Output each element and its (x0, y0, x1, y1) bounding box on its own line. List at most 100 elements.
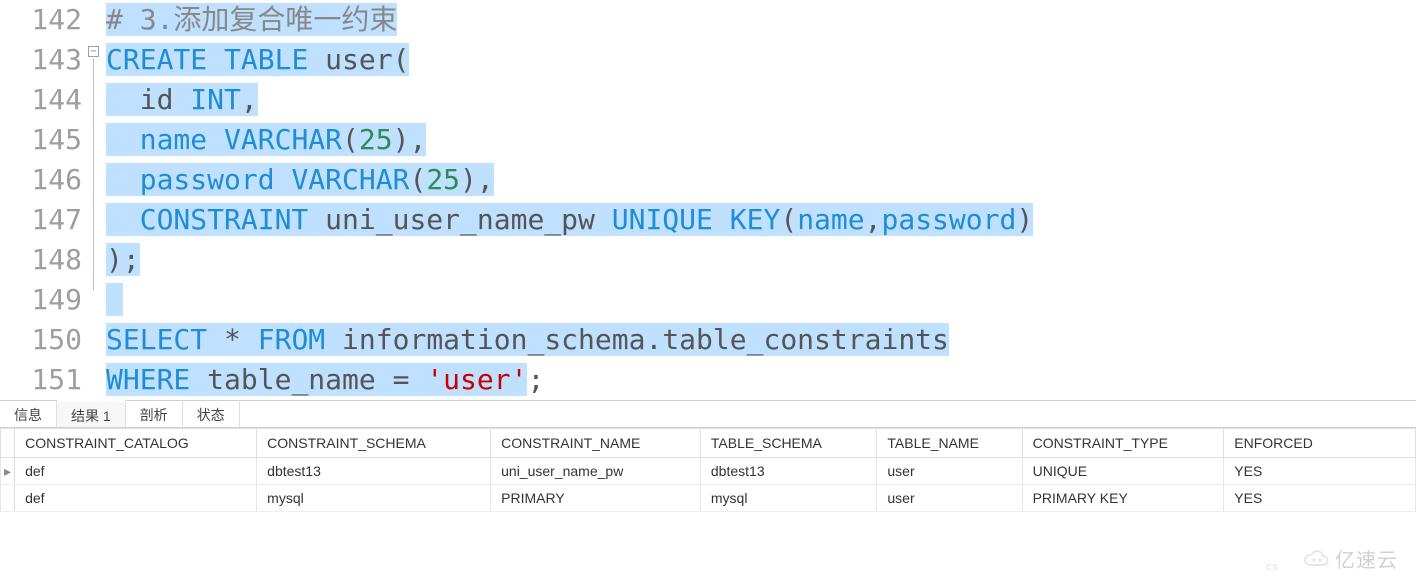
code-token: TABLE (224, 43, 308, 76)
code-token: SELECT (106, 323, 207, 356)
result-tabs: 信息结果 1剖析状态 (0, 400, 1416, 428)
cloud-icon (1303, 548, 1331, 570)
code-line[interactable]: id INT, (106, 80, 1033, 120)
table-cell[interactable]: PRIMARY KEY (1022, 485, 1224, 512)
code-token: INT (190, 83, 241, 116)
fold-column: − (92, 0, 106, 400)
column-header[interactable]: CONSTRAINT_NAME (491, 429, 701, 458)
code-token (713, 203, 730, 236)
row-handle[interactable] (1, 485, 15, 512)
code-token: FROM (258, 323, 325, 356)
code-token: information_schema.table_constraints (325, 323, 949, 356)
code-token: 25 (359, 123, 393, 156)
code-token: uni_user_name_pw (308, 203, 611, 236)
sql-editor[interactable]: 142143144145146147148149150151 − # 3.添加复… (0, 0, 1416, 400)
column-header[interactable]: CONSTRAINT_SCHEMA (257, 429, 491, 458)
code-line[interactable] (106, 280, 1033, 320)
line-number: 144 (0, 80, 82, 120)
code-token: CREATE (106, 43, 207, 76)
line-number: 148 (0, 240, 82, 280)
code-token (275, 163, 292, 196)
table-cell[interactable]: uni_user_name_pw (491, 458, 701, 485)
code-token: VARCHAR (291, 163, 409, 196)
watermark-prefix: cs (1266, 561, 1279, 573)
table-row[interactable]: defmysqlPRIMARYmysqluserPRIMARY KEYYES (1, 485, 1416, 512)
tab-0[interactable]: 信息 (0, 401, 57, 427)
code-token: table_name = (190, 363, 426, 396)
code-token: ( (342, 123, 359, 156)
table-row[interactable]: ▸defdbtest13uni_user_name_pwdbtest13user… (1, 458, 1416, 485)
code-token (106, 163, 140, 196)
column-header[interactable]: TABLE_SCHEMA (700, 429, 876, 458)
code-token: password (881, 203, 1016, 236)
code-token: # 3.添加复合唯一约束 (106, 3, 397, 36)
code-line[interactable]: WHERE table_name = 'user'; (106, 360, 1033, 400)
code-line[interactable]: password VARCHAR(25), (106, 160, 1033, 200)
code-token: name (140, 123, 207, 156)
code-line[interactable]: name VARCHAR(25), (106, 120, 1033, 160)
table-cell[interactable]: def (15, 458, 257, 485)
code-token: UNIQUE (612, 203, 713, 236)
code-token: 25 (426, 163, 460, 196)
table-cell[interactable]: dbtest13 (257, 458, 491, 485)
code-token: , (241, 83, 258, 116)
code-token: id (106, 83, 190, 116)
line-number: 145 (0, 120, 82, 160)
code-token: user( (308, 43, 409, 76)
results-grid[interactable]: CONSTRAINT_CATALOGCONSTRAINT_SCHEMACONST… (0, 428, 1416, 512)
code-token: VARCHAR (224, 123, 342, 156)
column-header[interactable]: ENFORCED (1224, 429, 1416, 458)
table-cell[interactable]: UNIQUE (1022, 458, 1224, 485)
code-token: KEY (730, 203, 781, 236)
line-number: 146 (0, 160, 82, 200)
watermark: cs 亿速云 (1266, 544, 1398, 573)
row-handle-header (1, 429, 15, 458)
code-token (207, 123, 224, 156)
code-line[interactable]: # 3.添加复合唯一约束 (106, 0, 1033, 40)
code-token: ( (780, 203, 797, 236)
fold-guide-line (93, 58, 94, 290)
code-token: name (797, 203, 864, 236)
code-line[interactable]: CREATE TABLE user( (106, 40, 1033, 80)
code-token: password (140, 163, 275, 196)
code-token: ( (409, 163, 426, 196)
line-number: 142 (0, 0, 82, 40)
column-header[interactable]: CONSTRAINT_TYPE (1022, 429, 1224, 458)
code-token: * (207, 323, 258, 356)
column-header[interactable]: TABLE_NAME (877, 429, 1022, 458)
code-token: ); (106, 243, 140, 276)
table-cell[interactable]: YES (1224, 485, 1416, 512)
row-handle[interactable]: ▸ (1, 458, 15, 485)
code-token: ; (527, 363, 544, 396)
table-cell[interactable]: user (877, 485, 1022, 512)
table-cell[interactable]: def (15, 485, 257, 512)
table-cell[interactable]: mysql (700, 485, 876, 512)
table-cell[interactable]: mysql (257, 485, 491, 512)
code-line[interactable]: CONSTRAINT uni_user_name_pw UNIQUE KEY(n… (106, 200, 1033, 240)
fold-marker-icon[interactable]: − (88, 46, 99, 57)
column-header[interactable]: CONSTRAINT_CATALOG (15, 429, 257, 458)
line-number: 151 (0, 360, 82, 400)
tab-2[interactable]: 剖析 (126, 401, 183, 427)
code-line[interactable]: SELECT * FROM information_schema.table_c… (106, 320, 1033, 360)
code-area[interactable]: # 3.添加复合唯一约束 CREATE TABLE user( id INT, n… (106, 0, 1033, 400)
table-cell[interactable]: dbtest13 (700, 458, 876, 485)
line-number: 147 (0, 200, 82, 240)
code-token (106, 123, 140, 156)
code-line[interactable]: ); (106, 240, 1033, 280)
code-token: 'user' (426, 363, 527, 396)
tab-3[interactable]: 状态 (183, 401, 240, 427)
table-cell[interactable]: user (877, 458, 1022, 485)
table-cell[interactable]: YES (1224, 458, 1416, 485)
code-token: ), (393, 123, 427, 156)
tab-1[interactable]: 结果 1 (57, 400, 126, 427)
code-token (207, 43, 224, 76)
code-token: , (865, 203, 882, 236)
watermark-brand: 亿速云 (1335, 544, 1398, 573)
table-cell[interactable]: PRIMARY (491, 485, 701, 512)
code-token: WHERE (106, 363, 190, 396)
code-token: ) (1016, 203, 1033, 236)
line-number: 150 (0, 320, 82, 360)
code-token (106, 203, 140, 236)
line-number: 143 (0, 40, 82, 80)
